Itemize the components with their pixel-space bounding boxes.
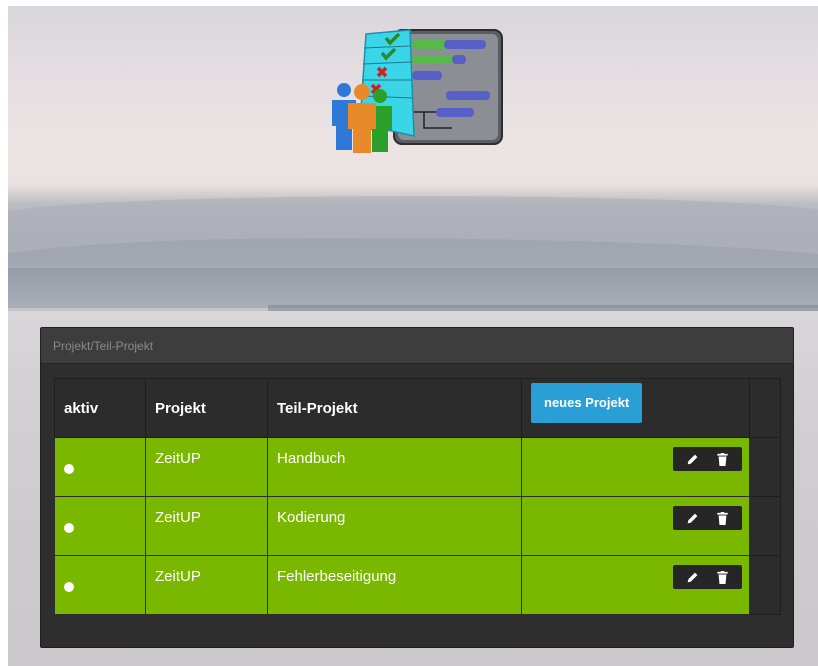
panel-title: Projekt/Teil-Projekt <box>41 328 793 364</box>
trash-icon[interactable] <box>712 567 732 587</box>
column-header-subproject: Teil-Projekt <box>267 378 522 438</box>
column-header-active: aktiv <box>54 378 146 438</box>
actions-cell <box>521 437 750 497</box>
row-spacer-cell <box>749 555 781 615</box>
new-project-button[interactable]: neues Projekt <box>531 382 643 423</box>
row-spacer-cell <box>749 496 781 556</box>
project-cell: ZeitUP <box>145 496 268 556</box>
column-header-actions: neues Projekt <box>521 378 750 438</box>
subproject-cell: Handbuch <box>267 437 522 497</box>
project-planning-logo <box>332 29 503 153</box>
actions-cell <box>521 555 750 615</box>
row-action-group <box>673 565 742 589</box>
active-cell <box>54 437 146 497</box>
column-header-spacer <box>749 378 781 438</box>
row-spacer-cell <box>749 437 781 497</box>
actions-cell <box>521 496 750 556</box>
pencil-icon[interactable] <box>683 508 703 528</box>
project-cell: ZeitUP <box>145 437 268 497</box>
active-radio[interactable] <box>64 582 74 592</box>
row-action-group <box>673 506 742 530</box>
project-table: aktiv Projekt Teil-Projekt neues Projekt… <box>54 378 781 615</box>
row-action-group <box>673 447 742 471</box>
column-header-project: Projekt <box>145 378 268 438</box>
trash-icon[interactable] <box>712 508 732 528</box>
active-radio[interactable] <box>64 523 74 533</box>
project-cell: ZeitUP <box>145 555 268 615</box>
project-panel: Projekt/Teil-Projekt aktiv Projekt Teil-… <box>40 327 794 648</box>
subproject-cell: Kodierung <box>267 496 522 556</box>
table-row: ZeitUP Handbuch <box>54 437 781 497</box>
background-treeline <box>8 268 818 308</box>
active-radio[interactable] <box>64 464 74 474</box>
table-header-row: aktiv Projekt Teil-Projekt neues Projekt <box>54 378 781 438</box>
active-cell <box>54 555 146 615</box>
table-row: ZeitUP Fehlerbeseitigung <box>54 555 781 615</box>
table-row: ZeitUP Kodierung <box>54 496 781 556</box>
trash-icon[interactable] <box>712 449 732 469</box>
active-cell <box>54 496 146 556</box>
pencil-icon[interactable] <box>683 567 703 587</box>
pencil-icon[interactable] <box>683 449 703 469</box>
subproject-cell: Fehlerbeseitigung <box>267 555 522 615</box>
